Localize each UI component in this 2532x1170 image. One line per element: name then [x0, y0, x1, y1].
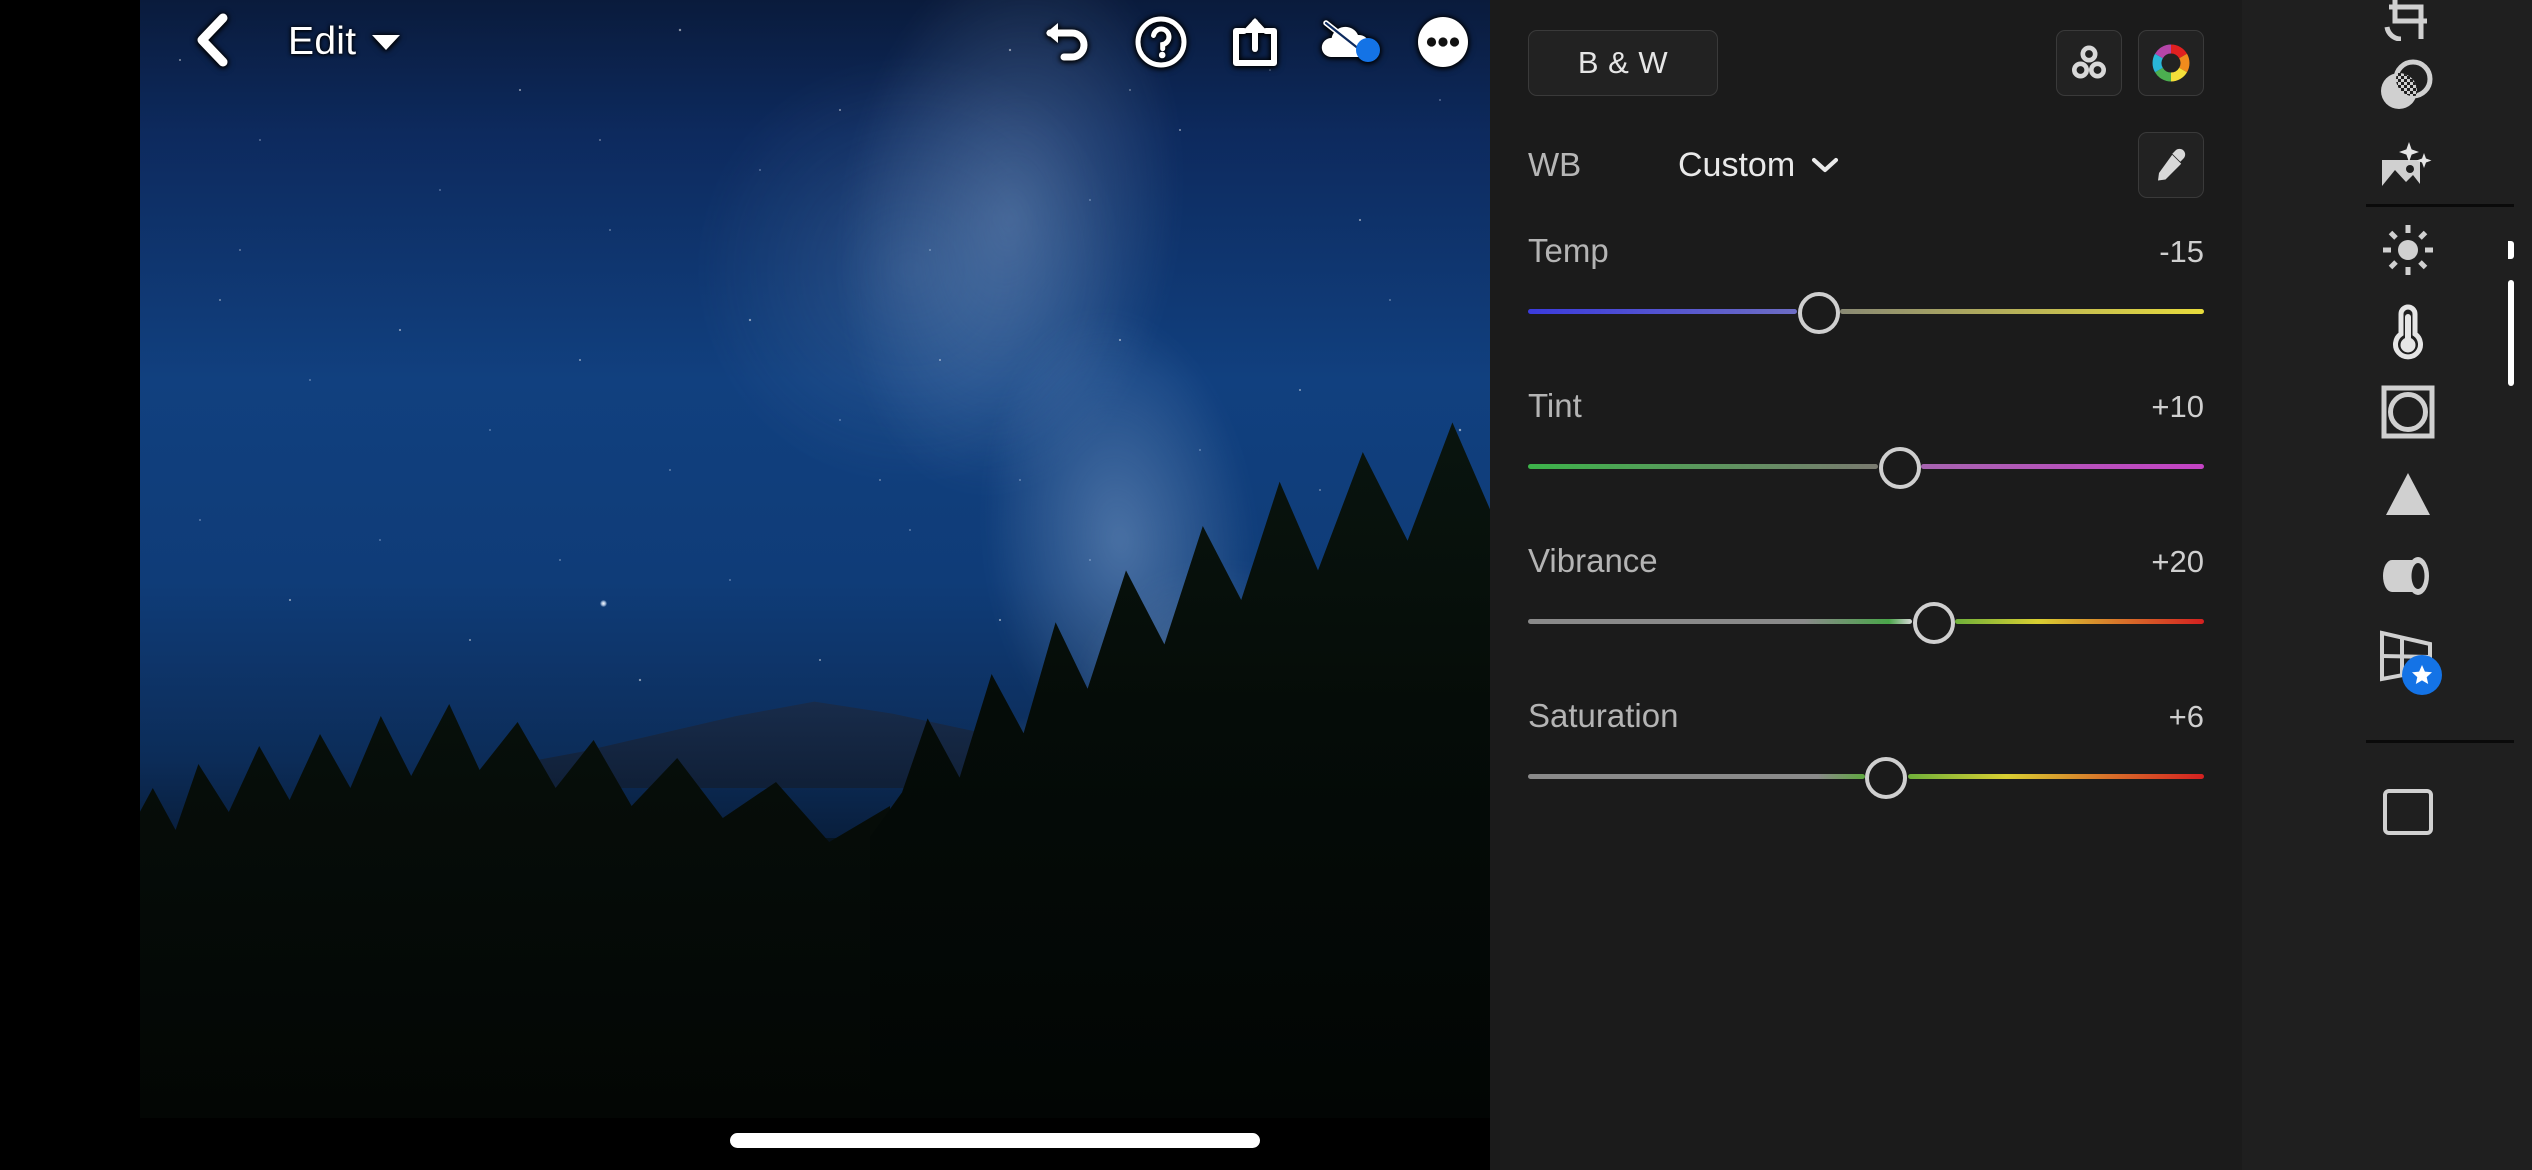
top-toolbar: Edit — [140, 0, 1490, 84]
edit-mode-dropdown[interactable]: Edit — [288, 20, 402, 64]
question-circle-icon — [1135, 16, 1187, 68]
milky-way-glow — [1030, 520, 1410, 900]
photo-preview-milky-way[interactable] — [140, 0, 1490, 1118]
slider-track[interactable] — [1528, 443, 2204, 489]
eyedropper-button[interactable] — [2138, 132, 2204, 198]
slider-track-right — [1840, 309, 2204, 314]
milky-way-glow — [955, 286, 1285, 794]
slider-track-left — [1528, 774, 1865, 779]
slider-track-left — [1528, 619, 1912, 624]
triangle-icon — [2386, 473, 2430, 515]
share-upload-icon — [1233, 18, 1277, 66]
slider-value: +6 — [2168, 699, 2204, 734]
white-balance-dropdown[interactable]: Custom — [1678, 146, 1839, 185]
vignette-square-icon — [2381, 385, 2435, 439]
slider-header: Vibrance +20 — [1528, 542, 2204, 580]
slider-header: Temp -15 — [1528, 232, 2204, 270]
color-tool-active-indicator — [2508, 280, 2514, 386]
white-balance-row: WB Custom — [1490, 128, 2242, 202]
thermometer-icon — [2393, 304, 2423, 360]
slider-track[interactable] — [1528, 598, 2204, 644]
cloud-slash-icon — [1321, 20, 1380, 62]
three-circles-icon — [2072, 45, 2106, 79]
slider-track[interactable] — [1528, 288, 2204, 334]
slider-value: +20 — [2151, 544, 2204, 579]
slider-track-right — [1907, 774, 2204, 779]
foreground-shadow — [140, 838, 1490, 1118]
star-field — [140, 0, 1490, 1118]
slider-track-right — [1921, 464, 2204, 469]
premium-star-badge — [2402, 654, 2442, 695]
rail-divider — [2366, 740, 2514, 743]
photo-editor-app: Edit B & W WB Custom Temp -15 Tint +10 V… — [0, 0, 2532, 1170]
panel-header: B & W — [1490, 28, 2242, 98]
more-options-button[interactable] — [1396, 0, 1490, 84]
slider-label: Temp — [1528, 232, 1609, 269]
color-edit-panel: B & W WB Custom Temp -15 Tint +10 Vibran… — [1490, 0, 2242, 1170]
undo-arrow-icon — [1046, 23, 1088, 61]
slider-value: +10 — [2151, 389, 2204, 424]
presets-icon — [2383, 789, 2433, 835]
ellipsis-circle-icon — [1418, 17, 1468, 67]
color-mixer-button[interactable] — [2056, 30, 2122, 96]
tool-rail — [2242, 0, 2532, 1170]
distant-mountain-ridge — [440, 701, 1220, 788]
bright-star — [600, 600, 607, 607]
slider-knob[interactable] — [1797, 292, 1840, 334]
slider-knob[interactable] — [1865, 757, 1908, 799]
slider-label: Saturation — [1528, 697, 1679, 734]
slider-track-left — [1528, 309, 1798, 314]
color-wheel-icon — [2152, 44, 2190, 82]
cloud-sync-off-button[interactable] — [1302, 0, 1396, 84]
slider-vibrance[interactable]: Vibrance +20 — [1490, 542, 2242, 644]
back-button[interactable] — [190, 12, 236, 73]
undo-button[interactable] — [1020, 0, 1114, 84]
slider-label: Vibrance — [1528, 542, 1658, 579]
slider-header: Saturation +6 — [1528, 697, 2204, 735]
lens-icon — [2383, 557, 2429, 595]
panel-header-tools — [2056, 30, 2204, 96]
black-and-white-toggle[interactable]: B & W — [1528, 30, 1718, 96]
share-button[interactable] — [1208, 0, 1302, 84]
edit-title-label: Edit — [288, 20, 357, 63]
caret-down-icon — [372, 35, 401, 50]
top-toolbar-actions — [1020, 0, 1490, 84]
home-indicator-bar — [730, 1133, 1260, 1148]
slider-knob[interactable] — [1912, 602, 1955, 644]
photo-sparkles-icon — [2382, 142, 2432, 189]
help-button[interactable] — [1114, 0, 1208, 84]
chevron-down-icon — [1812, 157, 1839, 173]
white-balance-label: WB — [1528, 146, 1582, 183]
milky-way-glow — [645, 5, 1175, 535]
presets-tool[interactable] — [2358, 762, 2458, 862]
chevron-left-icon — [197, 13, 228, 66]
slider-track-right — [1955, 619, 2204, 624]
crop-rotate-icon — [2384, 0, 2427, 41]
light-tool-indicator-dot — [2508, 241, 2514, 259]
white-balance-value: Custom — [1678, 145, 1796, 184]
slider-label: Tint — [1528, 387, 1582, 424]
slider-value: -15 — [2159, 234, 2204, 269]
star-icon — [2412, 664, 2432, 684]
sun-icon — [2383, 225, 2433, 275]
slider-saturation[interactable]: Saturation +6 — [1490, 697, 2242, 799]
healing-overlap-icon — [2381, 59, 2433, 109]
slider-tint[interactable]: Tint +10 — [1490, 387, 2242, 489]
slider-track-left — [1528, 464, 1879, 469]
eyedropper-icon — [2158, 148, 2186, 181]
photo-canvas-area: Edit — [0, 0, 1490, 1170]
slider-knob[interactable] — [1878, 447, 1921, 489]
tree-line-left — [140, 704, 890, 1118]
tree-line-right — [870, 422, 1490, 1118]
slider-track[interactable] — [1528, 753, 2204, 799]
slider-temp[interactable]: Temp -15 — [1490, 232, 2242, 334]
geometry-tool[interactable] — [2358, 608, 2458, 708]
color-grading-button[interactable] — [2138, 30, 2204, 96]
slider-header: Tint +10 — [1528, 387, 2204, 425]
